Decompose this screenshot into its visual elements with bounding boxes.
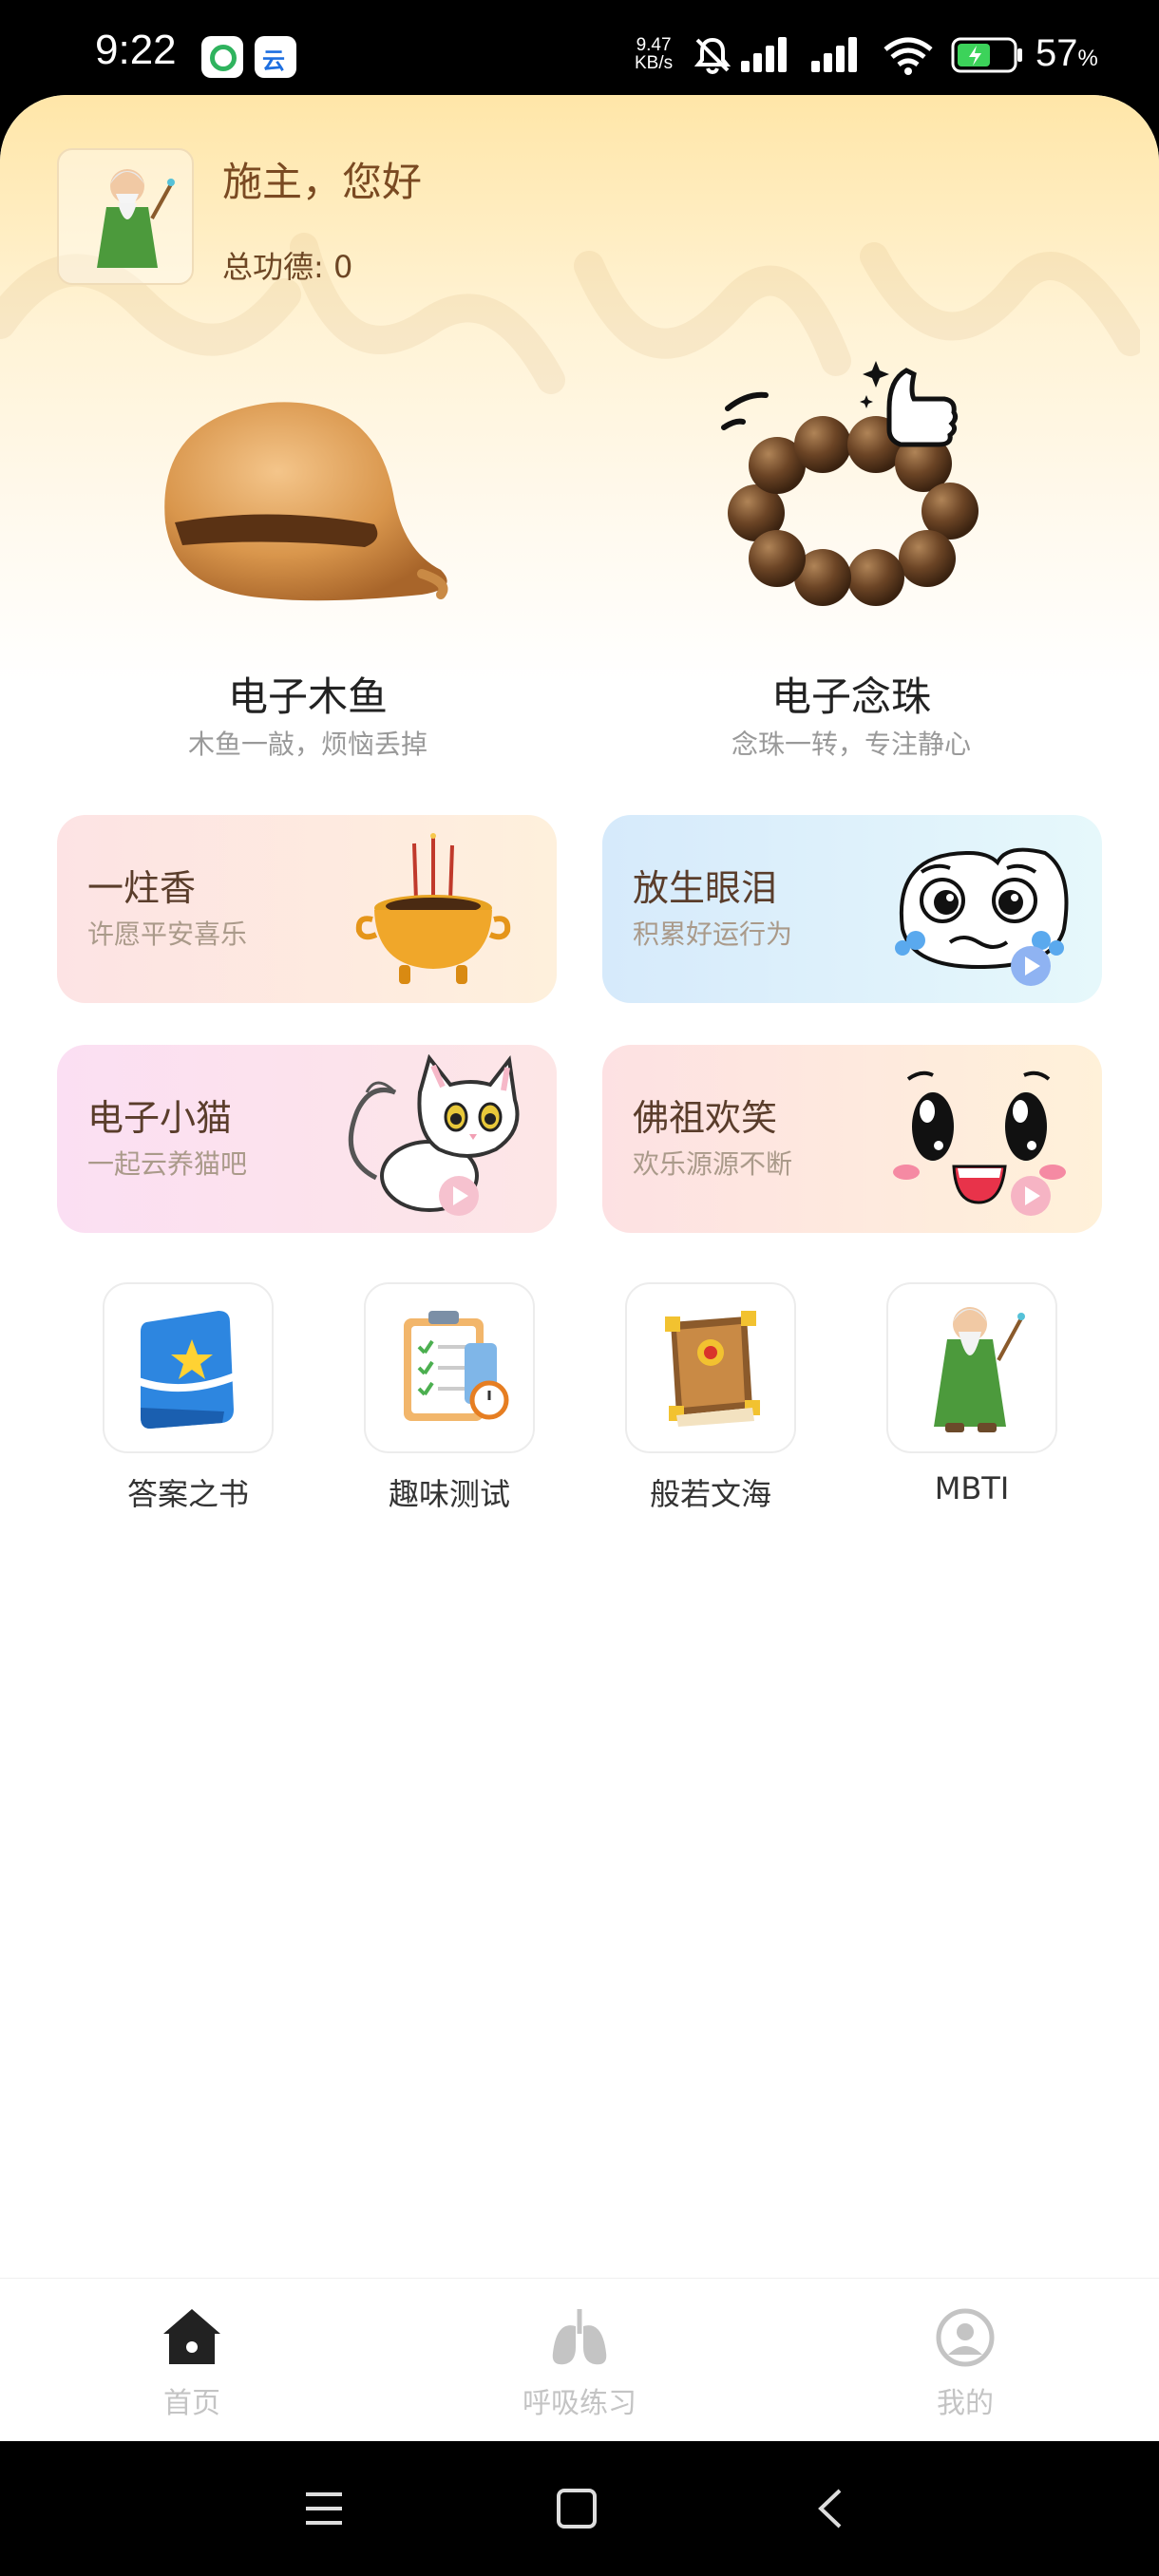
tab-home[interactable]: 首页 [68, 2279, 315, 2441]
card-incense-title: 一炷香 [87, 867, 197, 909]
card-release-tears-play-icon[interactable] [1011, 946, 1051, 986]
wooden-fish-title: 电子木鱼 [227, 673, 388, 720]
menu-icon[interactable] [302, 2487, 346, 2530]
lungs-icon [552, 2309, 607, 2365]
mini-app-fun-test[interactable]: 趣味测试 [364, 1282, 535, 1514]
status-bar: 9:22 云 9.47 KB/s 57% [0, 0, 1159, 95]
card-buddha-laugh[interactable]: 佛祖欢笑 欢乐源源不断 [602, 1045, 1102, 1233]
mini-app-answer-book-tile[interactable] [103, 1282, 274, 1453]
mini-app-mbti-tile[interactable] [886, 1282, 1057, 1453]
mini-app-fun-test-label: 趣味测试 [388, 1476, 510, 1512]
book-icon [129, 1311, 241, 1429]
mini-app-answer-book[interactable]: 答案之书 [103, 1282, 274, 1514]
wifi-icon [884, 37, 933, 75]
prayer-beads-icon [721, 361, 978, 606]
mini-app-prajna-label: 般若文海 [649, 1476, 771, 1512]
wooden-fish-tool[interactable] [99, 380, 517, 855]
scripture-book-icon [665, 1311, 760, 1427]
cat-icon [348, 1054, 520, 1212]
sage-icon [934, 1307, 1025, 1432]
wooden-fish-subtitle: 木鱼一敲，烦恼丢掉 [187, 729, 428, 760]
card-release-tears-subtitle: 积累好运行为 [633, 919, 793, 950]
battery-percent-unit: % [1077, 46, 1098, 71]
app-screen: 施主，您好 总功德: 0 电子木鱼 木鱼一敲，烦恼丢掉 电子念珠 念珠一转，专注… [0, 95, 1159, 2441]
card-incense-subtitle: 许愿平安喜乐 [87, 919, 248, 950]
battery-icon [951, 37, 1022, 73]
card-incense[interactable]: 一炷香 许愿平安喜乐 [57, 815, 557, 1003]
cloud-app-notification-icon: 云 [255, 36, 296, 78]
mini-app-mbti[interactable]: MBTI [886, 1282, 1057, 1506]
tab-mine-label: 我的 [937, 2387, 994, 2420]
mini-app-answer-book-label: 答案之书 [126, 1476, 249, 1512]
tab-breathing-label: 呼吸练习 [522, 2387, 636, 2420]
mini-app-fun-test-tile[interactable] [364, 1282, 535, 1453]
card-release-tears[interactable]: 放生眼泪 积累好运行为 [602, 815, 1102, 1003]
mini-app-prajna[interactable]: 般若文海 [625, 1282, 796, 1514]
card-electronic-cat-subtitle: 一起云养猫吧 [87, 1148, 248, 1180]
clipboard-test-icon [404, 1311, 509, 1421]
user-profile-icon [936, 2308, 995, 2367]
prayer-beads-subtitle: 念珠一转，专注静心 [731, 729, 971, 760]
prayer-beads-title: 电子念珠 [770, 673, 931, 720]
network-speed-unit: KB/s [635, 53, 674, 73]
signal-1-icon [741, 37, 787, 72]
wooden-fish-icon [164, 402, 448, 601]
card-electronic-cat-play-icon[interactable] [439, 1176, 479, 1216]
network-speed-value: 9.47 [636, 35, 672, 55]
card-electronic-cat-title: 电子小猫 [87, 1097, 233, 1139]
network-speed: 9.47 KB/s [635, 36, 673, 72]
system-navigation-bar [0, 2441, 1159, 2576]
tab-home-label: 首页 [163, 2387, 220, 2420]
mini-app-prajna-tile[interactable] [625, 1282, 796, 1453]
back-icon[interactable] [809, 2487, 853, 2530]
card-buddha-laugh-subtitle: 欢乐源源不断 [633, 1148, 793, 1180]
app-notification-icon [201, 36, 243, 78]
tab-breathing[interactable]: 呼吸练习 [456, 2279, 703, 2441]
prayer-beads-tool[interactable] [642, 361, 1060, 855]
card-electronic-cat[interactable]: 电子小猫 一起云养猫吧 [57, 1045, 557, 1233]
card-buddha-laugh-play-icon[interactable] [1011, 1176, 1051, 1216]
battery-percent-value: 57 [1036, 32, 1078, 74]
card-release-tears-title: 放生眼泪 [633, 867, 778, 909]
card-buddha-laugh-title: 佛祖欢笑 [633, 1097, 778, 1139]
home-square-icon[interactable] [555, 2487, 598, 2530]
tab-mine[interactable]: 我的 [842, 2279, 1089, 2441]
mini-app-mbti-label: MBTI [934, 1470, 1010, 1506]
greeting-text: 施主，您好 [222, 159, 423, 205]
home-icon [163, 2309, 220, 2364]
mute-bell-icon [694, 37, 732, 75]
incense-burner-icon [355, 833, 511, 984]
sage-avatar-icon [97, 169, 175, 268]
merit-total: 总功德: 0 [222, 249, 353, 285]
user-avatar[interactable] [57, 148, 194, 285]
signal-2-icon [811, 37, 857, 72]
status-time: 9:22 [95, 27, 177, 73]
cloud-app-glyph: 云 [262, 47, 285, 74]
bottom-tab-bar: 首页 呼吸练习 我的 [0, 2278, 1159, 2441]
battery-percent: 57% [1036, 32, 1098, 75]
